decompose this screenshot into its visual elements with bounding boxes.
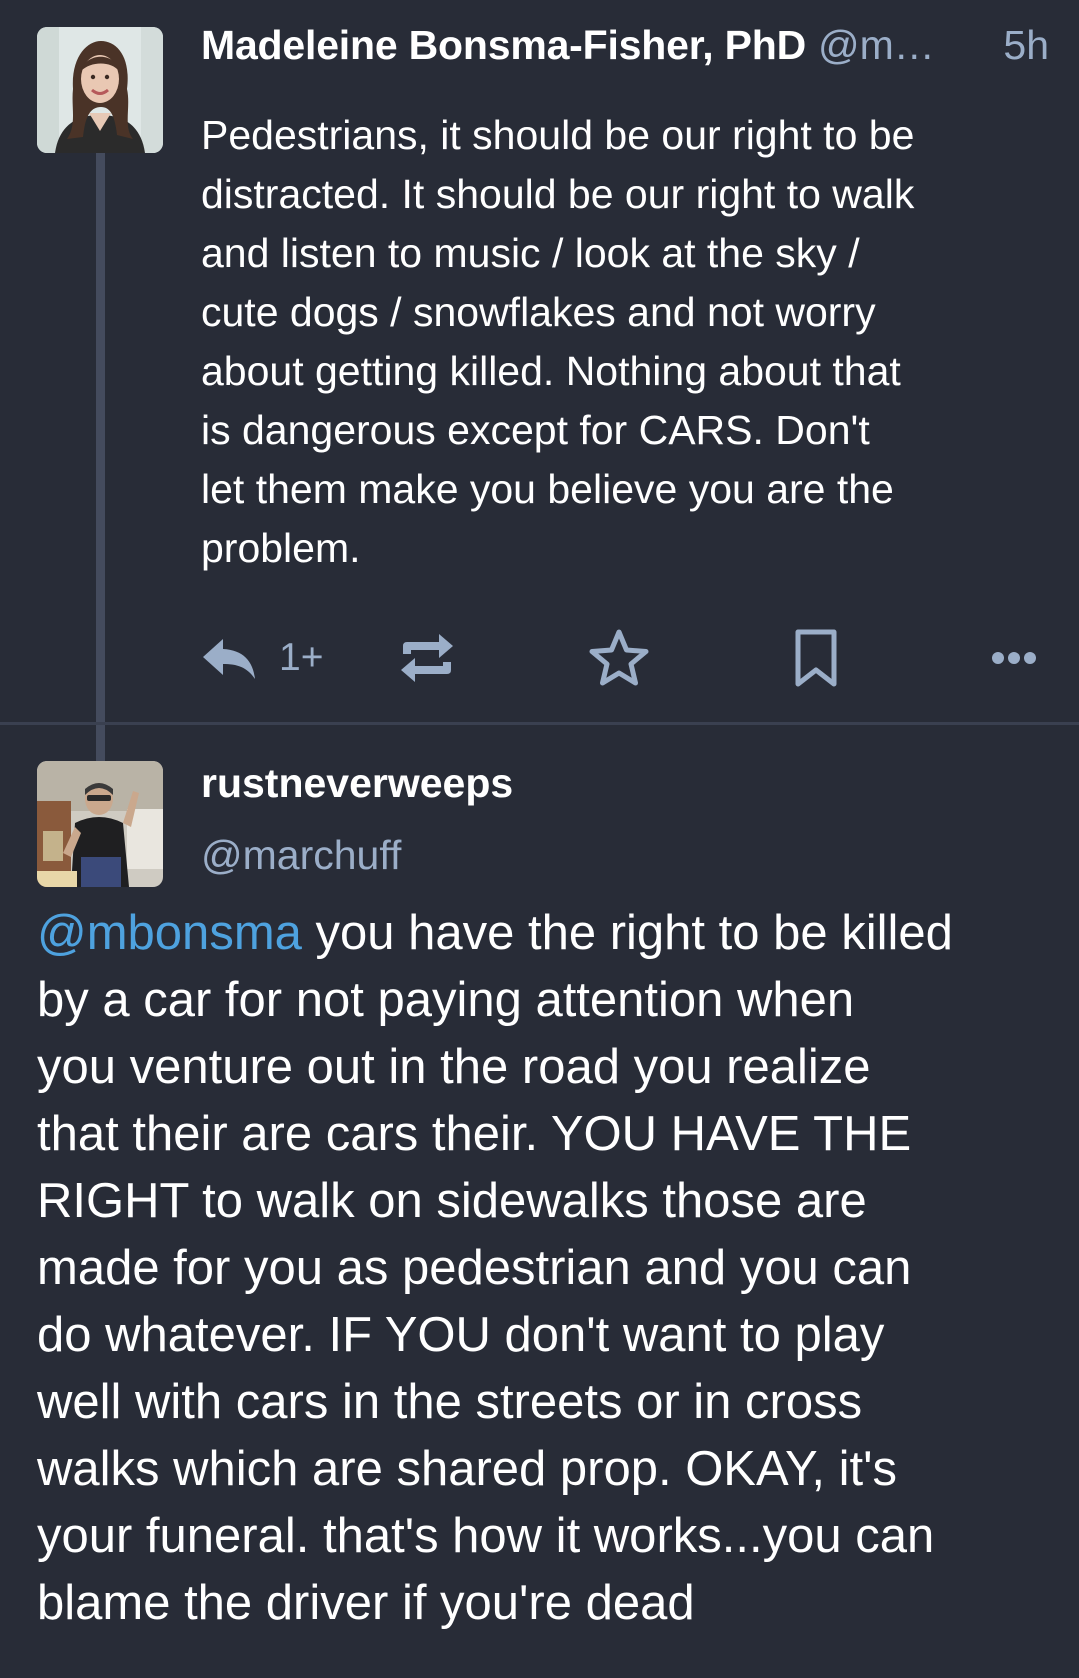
mention-link[interactable]: @mbonsma	[37, 906, 302, 960]
boost-icon	[401, 634, 453, 682]
status-content: @mbonsma you have the right to be killed…	[37, 900, 1057, 1637]
action-bar: 1+	[201, 625, 1041, 691]
avatar[interactable]	[37, 27, 163, 153]
bookmark-icon	[795, 629, 837, 687]
avatar[interactable]	[37, 761, 163, 887]
account-handle[interactable]: @m…	[818, 22, 935, 69]
status-content: Pedestrians, it should be our right to b…	[201, 112, 915, 571]
more-icon	[992, 652, 1036, 664]
reply-button[interactable]: 1+	[201, 625, 323, 691]
timestamp[interactable]: 5h	[1003, 22, 1049, 69]
status-divider	[0, 722, 1079, 725]
display-name[interactable]: Madeleine Bonsma-Fisher, PhD	[201, 22, 806, 69]
reply-count: 1+	[279, 636, 324, 679]
boost-button[interactable]	[397, 625, 457, 691]
star-icon	[589, 629, 649, 686]
more-button[interactable]	[991, 625, 1037, 691]
display-name[interactable]: rustneverweeps	[201, 760, 513, 807]
avatar-image	[37, 761, 163, 887]
status-original[interactable]: Madeleine Bonsma-Fisher, PhD @m… 5h Pede…	[0, 0, 1079, 762]
account-handle[interactable]: @marchuff	[201, 832, 401, 879]
avatar-image	[37, 27, 163, 153]
bookmark-button[interactable]	[793, 625, 839, 691]
thread-connector-line	[96, 150, 105, 762]
favourite-button[interactable]	[589, 625, 649, 691]
status-text: you have the right to be killed by a car…	[37, 906, 953, 1630]
reply-icon	[203, 639, 255, 679]
status-header: Madeleine Bonsma-Fisher, PhD @m… 5h	[201, 22, 1049, 78]
